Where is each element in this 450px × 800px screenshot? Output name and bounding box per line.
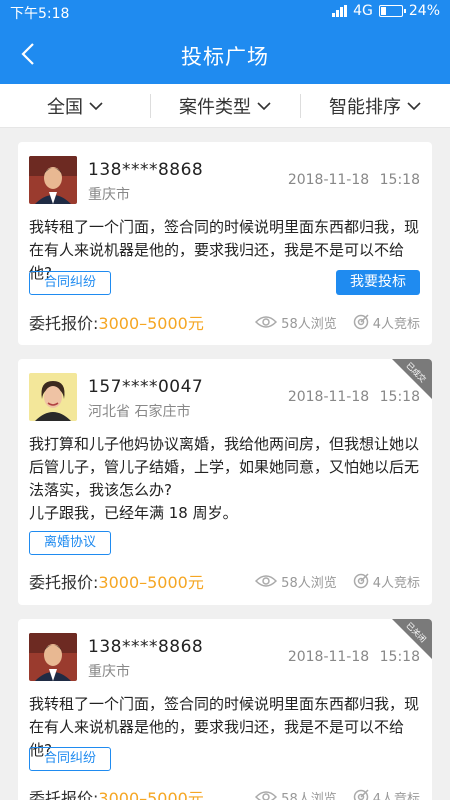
case-tag[interactable]: 合同纠纷: [29, 271, 112, 295]
post-time: 15:18: [379, 172, 420, 188]
filter-case-type[interactable]: 案件类型: [150, 84, 300, 127]
bid-count: 4人竞标: [372, 316, 420, 332]
filter-region[interactable]: 全国: [0, 84, 150, 127]
avatar: [29, 373, 77, 421]
case-tag[interactable]: 合同纠纷: [29, 747, 112, 771]
bid-card[interactable]: 157****0047 河北省 石家庄市 2018-11-18 15:18 我打…: [18, 359, 432, 605]
signal-icon: [332, 5, 348, 17]
view-count: 58人浏览: [281, 791, 337, 800]
chevron-down-icon: [89, 101, 103, 110]
price-row: 委托报价: 3000–5000元 58人浏览 4人竞标: [29, 568, 420, 594]
bid-count: 4人竞标: [372, 575, 420, 591]
post-date: 2018-11-18: [287, 649, 370, 665]
price-value: 3000–5000元: [98, 789, 204, 800]
avatar: [29, 633, 77, 681]
target-icon: [353, 573, 369, 589]
view-count: 58人浏览: [281, 575, 337, 591]
status-time: 下午5:18: [10, 6, 70, 22]
filter-case-type-label: 案件类型: [179, 96, 251, 118]
target-icon: [353, 314, 369, 330]
case-question: 我打算和儿子他妈协议离婚，我给他两间房，但我想让她以后管儿子，管儿子结婚，上学，…: [29, 435, 420, 522]
target-icon: [353, 789, 369, 800]
page-title: 投标广场: [181, 45, 269, 69]
bid-card[interactable]: 138****8868 重庆市 2018-11-18 15:18 我转租了一个门…: [18, 142, 432, 345]
price-label: 委托报价:: [29, 789, 99, 800]
price-value: 3000–5000元: [98, 573, 204, 592]
bid-count: 4人竞标: [372, 791, 420, 800]
filter-sort[interactable]: 智能排序: [300, 84, 450, 127]
app-header: 投标广场: [0, 24, 450, 84]
price-row: 委托报价: 3000–5000元 58人浏览 4人竞标: [29, 784, 420, 800]
price-label: 委托报价:: [29, 314, 99, 333]
battery-icon: [378, 5, 406, 17]
case-tag[interactable]: 离婚协议: [29, 531, 112, 555]
client-location: 重庆市: [88, 664, 130, 680]
client-phone: 157****0047: [88, 377, 204, 397]
eye-icon: [255, 791, 278, 800]
price-value: 3000–5000元: [98, 314, 204, 333]
chevron-down-icon: [257, 101, 271, 110]
price-row: 委托报价: 3000–5000元 58人浏览 4人竞标: [29, 309, 420, 335]
view-count: 58人浏览: [281, 316, 337, 332]
network-label: 4G: [353, 3, 373, 19]
status-bar: 下午5:18 4G 24%: [0, 0, 450, 24]
status-ribbon: 已关闭: [392, 619, 432, 659]
price-label: 委托报价:: [29, 573, 99, 592]
client-phone: 138****8868: [88, 637, 204, 657]
chevron-down-icon: [407, 101, 421, 110]
bid-card[interactable]: 138****8868 重庆市 2018-11-18 15:18 我转租了一个门…: [18, 619, 432, 800]
post-datetime: 2018-11-18 15:18: [288, 172, 420, 188]
eye-icon: [255, 316, 278, 328]
filter-region-label: 全国: [47, 96, 83, 118]
eye-icon: [255, 575, 278, 587]
post-date: 2018-11-18: [287, 389, 370, 405]
client-location: 河北省 石家庄市: [88, 404, 191, 420]
client-location: 重庆市: [88, 187, 130, 203]
battery-percent: 24%: [408, 3, 440, 19]
filter-bar: 全国 案件类型 智能排序: [0, 84, 450, 128]
bid-button[interactable]: 我要投标: [336, 270, 420, 295]
filter-sort-label: 智能排序: [329, 96, 401, 118]
client-phone: 138****8868: [88, 160, 204, 180]
avatar: [29, 156, 77, 204]
post-date: 2018-11-18: [287, 172, 370, 188]
status-ribbon: 已成交: [392, 359, 432, 399]
